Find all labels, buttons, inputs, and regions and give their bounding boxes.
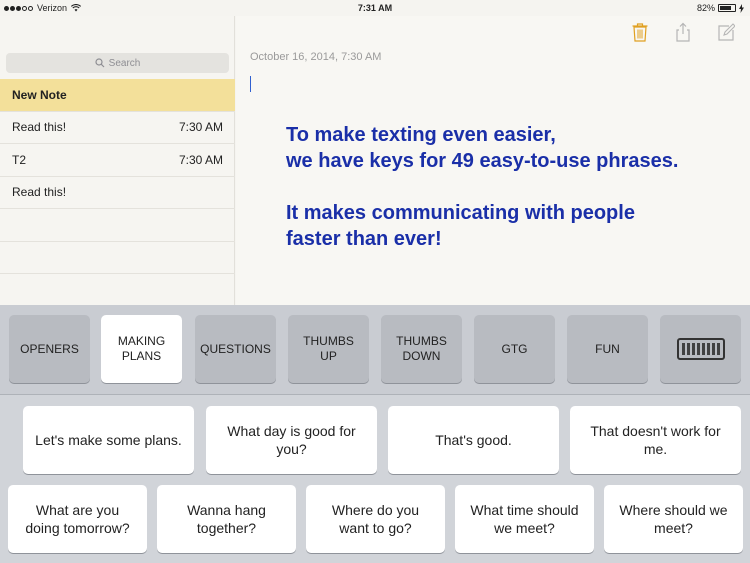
note-date: October 16, 2014, 7:30 AM <box>250 51 382 63</box>
note-title: New Note <box>12 87 67 102</box>
category-thumbs-down-button[interactable]: THUMBS DOWN <box>381 315 462 383</box>
phrase-button[interactable]: What day is good for you? <box>206 406 377 474</box>
compose-icon[interactable] <box>717 22 735 42</box>
note-time: 7:30 AM <box>178 120 223 135</box>
category-gtg-button[interactable]: GTG <box>474 315 555 383</box>
empty-row <box>0 209 235 242</box>
note-line: It makes communicating with people <box>286 202 635 224</box>
note-item-t2[interactable]: T2 7:30 AM <box>0 144 235 177</box>
category-fun-button[interactable]: FUN <box>567 315 648 383</box>
note-line: To make texting even easier, <box>286 124 556 146</box>
note-item-new-note[interactable]: New Note <box>0 79 235 112</box>
phrase-button[interactable]: Where do you want to go? <box>306 485 445 553</box>
note-item-read-this-2[interactable]: Read this! <box>0 177 235 209</box>
category-openers-button[interactable]: OPENERS <box>9 315 90 383</box>
phrase-button[interactable]: Wanna hang together? <box>157 485 296 553</box>
category-bar: OPENERS MAKING PLANS QUESTIONS THUMBS UP… <box>0 305 750 395</box>
note-title: Read this! <box>12 120 67 135</box>
note-line: faster than ever! <box>286 228 442 250</box>
search-field[interactable]: Search <box>6 53 229 73</box>
note-list: New Note Read this! 7:30 AM T2 7:30 AM R… <box>0 79 235 274</box>
notes-sidebar: Search New Note Read this! 7:30 AM T2 7:… <box>0 16 235 305</box>
category-thumbs-up-button[interactable]: THUMBS UP <box>288 315 369 383</box>
note-editor[interactable]: October 16, 2014, 7:30 AM To make textin… <box>236 16 750 305</box>
note-title: T2 <box>12 152 27 167</box>
category-questions-button[interactable]: QUESTIONS <box>195 315 276 383</box>
category-making-plans-button[interactable]: MAKING PLANS <box>101 315 182 383</box>
battery-icon <box>718 4 736 12</box>
note-item-read-this[interactable]: Read this! 7:30 AM <box>0 112 235 144</box>
phrase-button[interactable]: Let's make some plans. <box>23 406 194 474</box>
note-time: 7:30 AM <box>178 152 223 167</box>
search-icon <box>95 58 105 68</box>
keyboard-icon <box>676 338 725 360</box>
switch-keyboard-button[interactable] <box>660 315 741 383</box>
trash-icon[interactable] <box>631 22 649 42</box>
charging-icon <box>739 3 744 13</box>
share-icon[interactable] <box>674 22 692 42</box>
phrase-button[interactable]: That doesn't work for me. <box>570 406 741 474</box>
note-line: we have keys for 49 easy-to-use phrases. <box>286 150 679 172</box>
text-cursor <box>250 76 251 92</box>
battery-info: 82% <box>697 3 744 13</box>
note-body[interactable]: To make texting even easier, we have key… <box>286 122 678 252</box>
empty-row <box>0 242 235 274</box>
phrase-button[interactable]: What are you doing tomorrow? <box>8 485 147 553</box>
note-title: Read this! <box>12 185 67 200</box>
phrase-button[interactable]: Where should we meet? <box>604 485 743 553</box>
battery-percent: 82% <box>696 3 715 13</box>
status-bar: Verizon 7:31 AM 82% <box>0 0 750 16</box>
phrase-keyboard: OPENERS MAKING PLANS QUESTIONS THUMBS UP… <box>0 305 750 563</box>
phrase-button[interactable]: That's good. <box>388 406 559 474</box>
status-time: 7:31 AM <box>357 3 393 13</box>
phrase-button[interactable]: What time should we meet? <box>455 485 594 553</box>
search-placeholder: Search <box>108 57 141 69</box>
